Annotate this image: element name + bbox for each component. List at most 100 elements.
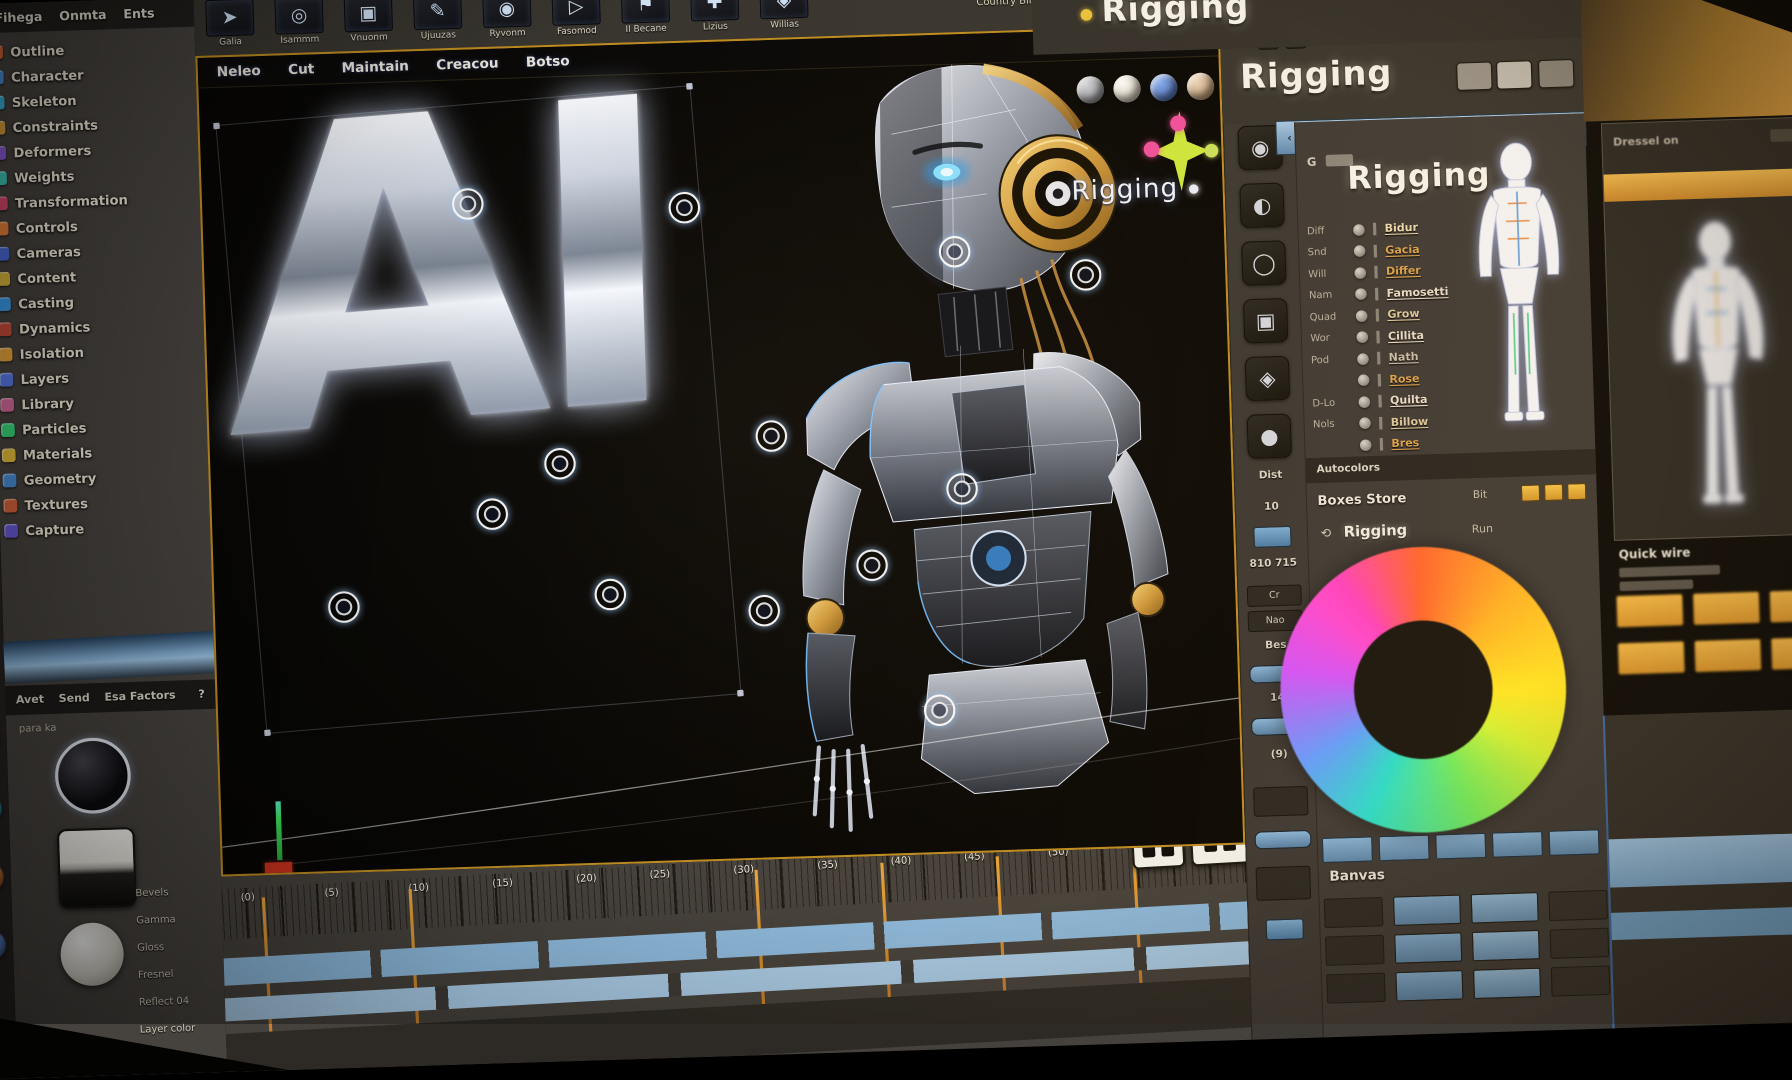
material-tab[interactable]: Send: [58, 692, 90, 706]
field-chip[interactable]: Cr: [1247, 584, 1302, 607]
property-cell[interactable]: [1326, 973, 1386, 1004]
bone-name[interactable]: Famosetti: [1386, 285, 1448, 300]
bone-name[interactable]: Nath: [1389, 351, 1419, 365]
item-type-icon: [0, 145, 6, 159]
strip-tool-icon[interactable]: ◈: [1245, 356, 1290, 401]
bone-name[interactable]: Rose: [1389, 372, 1419, 386]
shading-ball-icon[interactable]: [1113, 75, 1141, 103]
menu-item[interactable]: Onmta: [59, 7, 107, 23]
property-cell[interactable]: [1550, 928, 1610, 959]
frame-label: (20): [576, 872, 597, 885]
item-type-icon: [0, 221, 9, 235]
material-tab[interactable]: Avet: [16, 693, 44, 706]
preset-button[interactable]: [1770, 636, 1792, 671]
swatch-tab[interactable]: [1379, 835, 1430, 862]
material-label[interactable]: Gamma: [136, 913, 192, 942]
channel-button[interactable]: [1521, 484, 1540, 501]
dock-icon[interactable]: [0, 863, 4, 892]
bone-name[interactable]: Bres: [1391, 437, 1419, 450]
tool-button[interactable]: ➤ Galia: [202, 0, 258, 48]
strip-tool-icon[interactable]: ◯: [1241, 240, 1286, 285]
strip-tool-icon[interactable]: ◐: [1239, 183, 1284, 228]
bone-name[interactable]: Gacia: [1385, 243, 1420, 257]
keyframe-button[interactable]: [1190, 845, 1251, 867]
material-swatch-light-sphere[interactable]: [60, 922, 125, 987]
sidebar-item-label: Transformation: [15, 191, 128, 210]
bone-name[interactable]: Quilta: [1390, 394, 1428, 408]
strip-tool-icon[interactable]: ▣: [1243, 298, 1288, 343]
material-tab[interactable]: Esa Factors: [104, 689, 175, 704]
tool-button[interactable]: ◈ Willias: [756, 0, 812, 31]
tool-button[interactable]: ◎ Isammm: [271, 0, 327, 46]
property-cell[interactable]: [1394, 932, 1462, 963]
channel-button[interactable]: [1544, 484, 1563, 501]
bone-name[interactable]: Cillita: [1388, 329, 1424, 343]
dock-icon[interactable]: [0, 794, 1, 823]
swatch-tab[interactable]: [1549, 829, 1600, 856]
property-cell[interactable]: [1471, 892, 1539, 923]
tool-button[interactable]: ▷ Fasomod: [548, 0, 604, 38]
field-chip[interactable]: [1253, 786, 1308, 817]
property-cell[interactable]: [1472, 930, 1540, 961]
field-chip[interactable]: [1256, 866, 1312, 901]
material-label[interactable]: Bevels: [135, 886, 191, 915]
strip-tool-icon[interactable]: ●: [1247, 413, 1292, 458]
store-label[interactable]: Boxes Store: [1317, 490, 1406, 509]
rig-preview-mannequin[interactable]: [1451, 136, 1589, 446]
bone-name[interactable]: Grow: [1387, 308, 1420, 322]
blue-value-box[interactable]: [1266, 918, 1304, 940]
menu-item[interactable]: Ents: [123, 6, 155, 22]
swatch-tab[interactable]: [1435, 833, 1486, 860]
property-cell[interactable]: [1551, 965, 1611, 996]
tool-button[interactable]: ✚ Lizius: [687, 0, 743, 33]
shading-ball-icon[interactable]: [1076, 76, 1104, 104]
blue-value-box[interactable]: [1253, 526, 1291, 548]
channel-button[interactable]: [1567, 483, 1586, 500]
material-label[interactable]: Reflect 04: [139, 995, 195, 1024]
panel-header-button[interactable]: [1496, 60, 1533, 89]
keyframe-button[interactable]: [1131, 845, 1185, 870]
tool-button[interactable]: ⚑ Il Becane: [618, 0, 674, 35]
tool-button[interactable]: ◉ Ryvonm: [479, 0, 535, 40]
property-cell[interactable]: [1393, 895, 1461, 926]
swatch-tab[interactable]: [1492, 831, 1543, 858]
track-strip[interactable]: [1609, 832, 1792, 888]
header-chip[interactable]: [1770, 128, 1792, 142]
menu-item[interactable]: Fihega: [0, 9, 43, 25]
bone-name[interactable]: Bidur: [1384, 222, 1418, 236]
property-cell[interactable]: [1548, 890, 1608, 921]
row-divider: [1377, 352, 1381, 365]
material-label[interactable]: Fresnel: [138, 968, 194, 997]
panel-header-button[interactable]: [1456, 61, 1493, 90]
shading-ball-icon[interactable]: [1150, 73, 1178, 101]
property-cell[interactable]: [1325, 935, 1385, 966]
swatch-tab[interactable]: [1322, 836, 1373, 863]
tool-button[interactable]: ✎ Ujuuzas: [410, 0, 466, 42]
item-type-icon: [0, 95, 5, 109]
material-swatch-dark-sphere[interactable]: [54, 737, 132, 815]
property-cell[interactable]: [1324, 897, 1384, 928]
preset-button[interactable]: [1616, 593, 1684, 628]
axis-gizmo[interactable]: [264, 829, 328, 876]
track-strip[interactable]: [1611, 905, 1792, 940]
sidebar-item[interactable]: Capture: [4, 512, 206, 544]
preset-button[interactable]: [1694, 638, 1762, 673]
panel-header-button[interactable]: [1538, 59, 1575, 88]
preset-button[interactable]: [1769, 589, 1792, 624]
preset-button[interactable]: [1692, 591, 1760, 626]
bone-name[interactable]: Billow: [1391, 415, 1429, 429]
tool-button[interactable]: ▣ Vnuonm: [340, 0, 396, 44]
property-cell[interactable]: [1473, 968, 1541, 999]
blue-slider[interactable]: [1254, 830, 1311, 850]
property-cell[interactable]: [1395, 970, 1463, 1001]
material-label[interactable]: Gloss: [137, 941, 193, 970]
help-icon[interactable]: ?: [198, 688, 205, 701]
bone-name[interactable]: Differ: [1386, 265, 1421, 279]
material-swatch-plane[interactable]: [57, 827, 137, 909]
shading-ball-icon[interactable]: [1186, 72, 1214, 100]
3d-viewport[interactable]: NeleoCutMaintainCreacouBotso AI: [195, 24, 1245, 877]
quick-label: Quick wire: [1618, 545, 1690, 562]
refresh-icon[interactable]: ⟲: [1320, 526, 1331, 541]
dock-icon[interactable]: [0, 931, 6, 960]
preset-button[interactable]: [1617, 641, 1685, 676]
